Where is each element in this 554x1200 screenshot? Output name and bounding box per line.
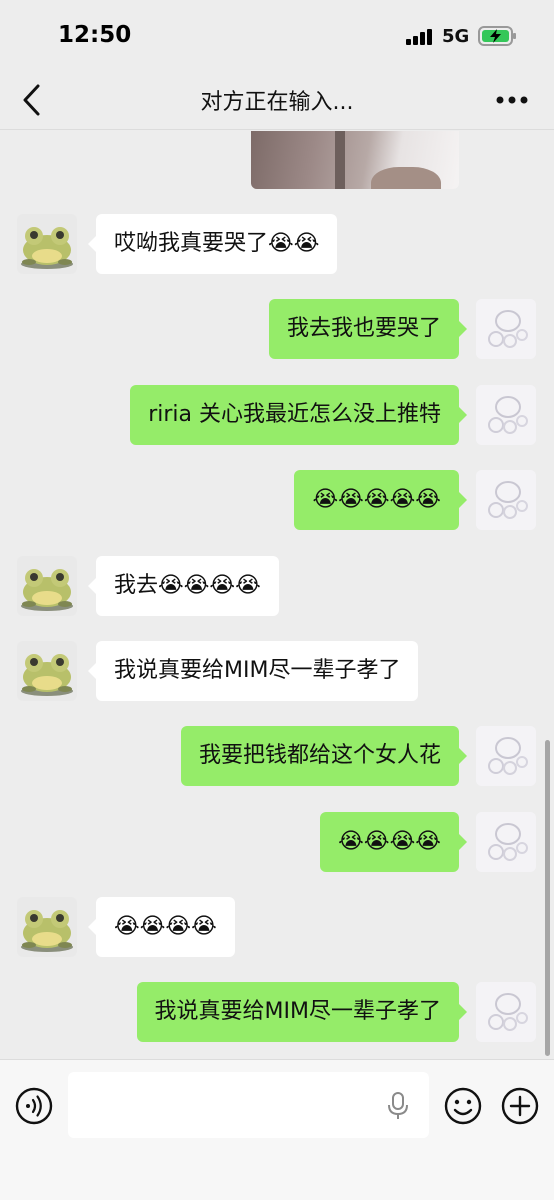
mic-icon[interactable] [386, 1092, 410, 1120]
frog-icon [21, 654, 73, 696]
crystal-icon [476, 982, 536, 1042]
my-avatar[interactable] [476, 385, 536, 445]
status-time: 12:50 [58, 22, 132, 48]
incoming-message[interactable]: 我说真要给MIM尽一辈子孝了 [87, 641, 419, 701]
outgoing-message[interactable]: 我去我也要哭了 [268, 299, 468, 359]
image-message[interactable] [251, 131, 459, 189]
incoming-message[interactable]: 哎呦我真要哭了😭😭 [87, 214, 338, 274]
frog-icon [21, 569, 73, 611]
frog-avatar[interactable] [17, 897, 77, 957]
my-avatar[interactable] [476, 812, 536, 872]
scrollbar[interactable] [545, 740, 550, 1056]
plus-icon[interactable] [500, 1086, 540, 1126]
outgoing-message[interactable]: riria 关心我最近怎么没上推特 [130, 385, 467, 445]
my-avatar[interactable] [476, 299, 536, 359]
emoji-icon[interactable] [443, 1086, 483, 1126]
battery-icon [478, 26, 516, 46]
crystal-icon [476, 385, 536, 445]
input-bar [0, 1059, 554, 1200]
message-list: 哎呦我真要哭了😭😭 我去我也要哭了 riria 关心我最近怎么没上推特 😭😭😭😭… [0, 131, 554, 1059]
crystal-icon [476, 470, 536, 530]
signal-icon [406, 29, 432, 45]
frog-icon [21, 910, 73, 952]
chat-header: 对方正在输入... [0, 70, 554, 130]
outgoing-message[interactable]: 我要把钱都给这个女人花 [180, 726, 468, 786]
crystal-icon [476, 726, 536, 786]
outgoing-message[interactable]: 😭😭😭😭 [320, 812, 467, 872]
message-input[interactable] [68, 1072, 429, 1138]
outgoing-message[interactable]: 我说真要给MIM尽一辈子孝了 [136, 982, 468, 1042]
chat-title: 对方正在输入... [200, 90, 354, 115]
status-bar: 12:50 5G [0, 0, 554, 70]
more-options-button[interactable] [494, 90, 530, 110]
crystal-icon [476, 299, 536, 359]
incoming-message[interactable]: 我去😭😭😭😭 [88, 556, 279, 616]
my-avatar[interactable] [476, 726, 536, 786]
frog-icon [21, 227, 73, 269]
my-avatar[interactable] [476, 470, 536, 530]
voice-icon[interactable] [14, 1086, 54, 1126]
incoming-message[interactable]: 😭😭😭😭 [88, 897, 235, 957]
crystal-icon [476, 812, 536, 872]
frog-avatar[interactable] [17, 214, 77, 274]
frog-avatar[interactable] [17, 556, 77, 616]
outgoing-message[interactable]: 😭😭😭😭😭 [294, 470, 467, 530]
frog-avatar[interactable] [17, 641, 77, 701]
my-avatar[interactable] [476, 982, 536, 1042]
network-label: 5G [442, 26, 470, 47]
